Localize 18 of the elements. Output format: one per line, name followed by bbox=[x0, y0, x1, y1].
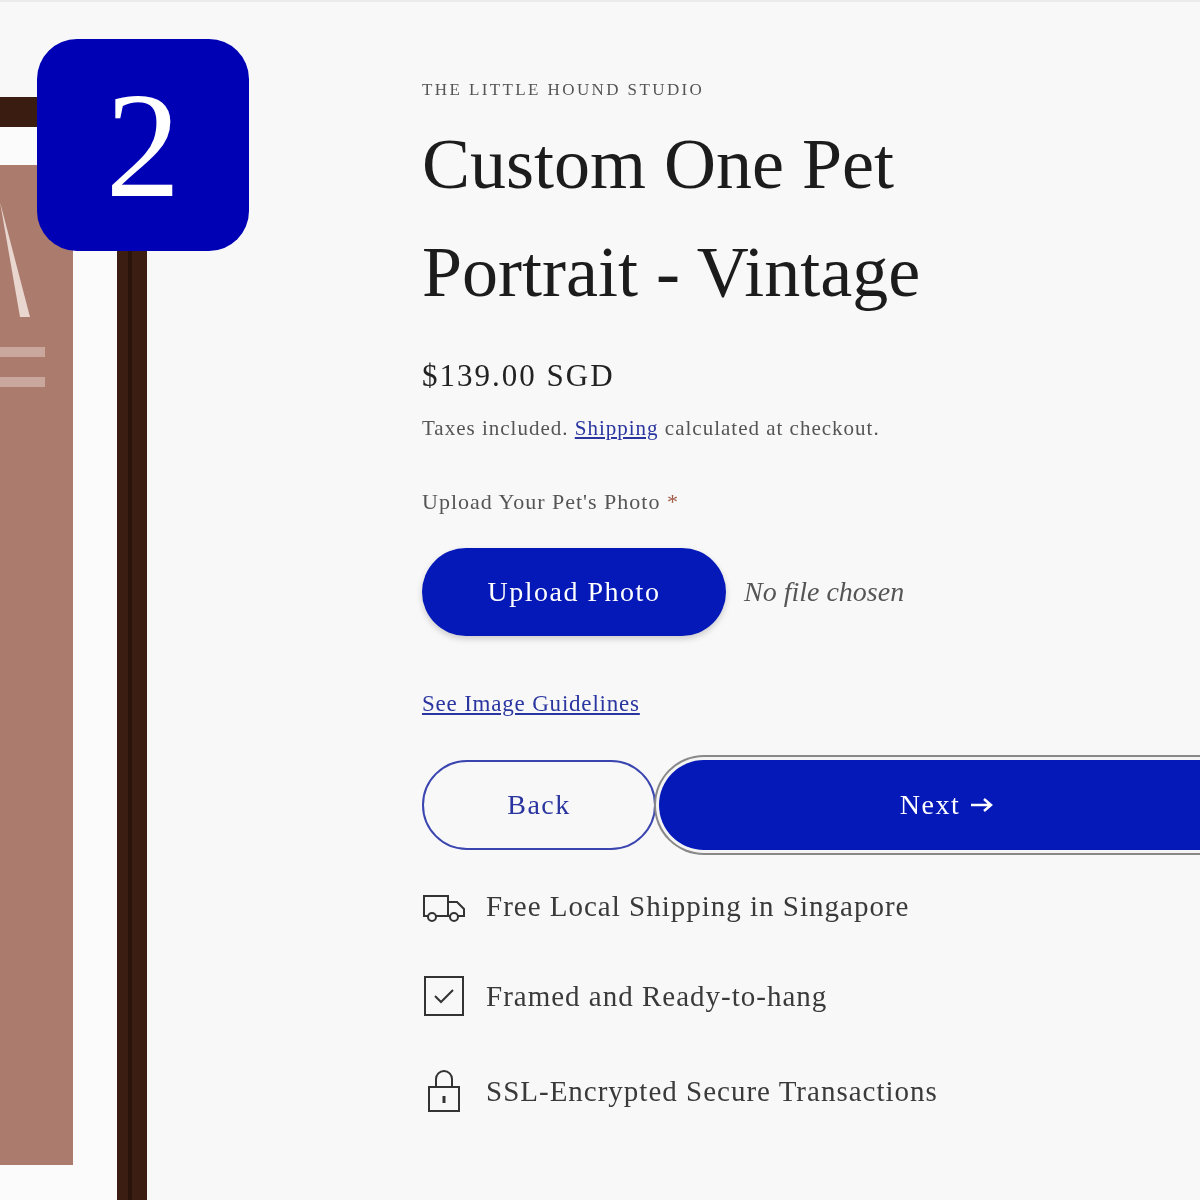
feature-text: SSL-Encrypted Secure Transactions bbox=[486, 1074, 938, 1108]
back-button[interactable]: Back bbox=[422, 760, 656, 850]
file-status: No file chosen bbox=[744, 576, 905, 608]
product-title: Portrait - Vintage bbox=[422, 231, 922, 314]
feature-text: Framed and Ready-to-hang bbox=[486, 979, 828, 1013]
feature-text: Free Local Shipping in Singapore bbox=[486, 890, 910, 923]
tax-note: Taxes included. Shipping calculated at checkout. bbox=[422, 415, 881, 442]
lock-icon bbox=[427, 1069, 461, 1113]
guidelines-link[interactable]: See Image Guidelines bbox=[422, 688, 640, 720]
step-badge: 2 bbox=[37, 39, 249, 251]
upload-button[interactable]: Upload Photo bbox=[422, 548, 726, 636]
price: $139.00 SGD bbox=[422, 357, 616, 395]
vendor-name: THE LITTLE HOUND STUDIO bbox=[422, 79, 706, 101]
checkbox-icon bbox=[423, 975, 465, 1017]
shipping-link[interactable]: Shipping bbox=[574, 416, 659, 440]
arrow-right-icon bbox=[970, 798, 995, 812]
upload-label: Upload Your Pet's Photo * bbox=[422, 488, 680, 516]
product-title: Custom One Pet bbox=[422, 123, 895, 206]
